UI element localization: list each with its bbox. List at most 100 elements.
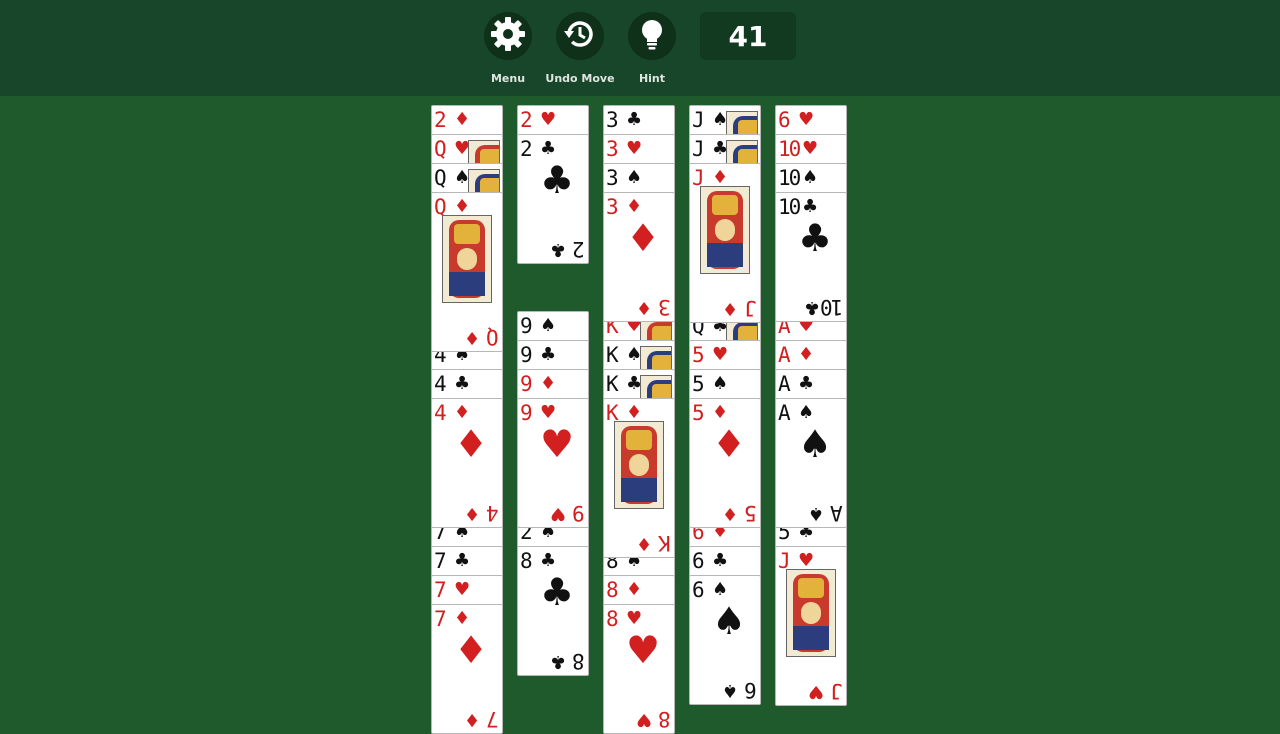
card-rank: 9	[520, 401, 533, 425]
card-suit-bottom: ♦	[721, 298, 738, 319]
card-rank-bottom: A	[832, 501, 843, 525]
playing-card[interactable]: A ♠ ♠ A ♠	[775, 398, 847, 528]
card-rank: 2	[520, 108, 533, 132]
card-rank: 9	[520, 314, 533, 338]
card-rank: 7	[434, 578, 447, 602]
card-rank: 8	[520, 549, 533, 573]
card-suit-bottom: ♦	[635, 297, 652, 318]
card-center-suit: ♦	[626, 216, 661, 260]
playing-card[interactable]: J ♥ J ♥	[775, 546, 847, 706]
card-rank: 8	[606, 578, 619, 602]
card-suit: ♣	[798, 373, 815, 394]
playing-card[interactable]: K ♦ K ♦	[603, 398, 675, 558]
card-rank: 7	[434, 607, 447, 631]
playing-card[interactable]: 10 ♣ ♣ 10 ♣	[775, 192, 847, 322]
card-rank: 3	[606, 166, 619, 190]
card-rank-bottom: 2	[574, 237, 585, 261]
card-rank: 10	[778, 195, 801, 219]
playing-card[interactable]: 5 ♦ ♦ 5 ♦	[689, 398, 761, 528]
playing-card[interactable]: 9 ♥ ♥ 9 ♥	[517, 398, 589, 528]
playing-card[interactable]: 4 ♦ ♦ 4 ♦	[431, 398, 503, 528]
card-rank: 6	[692, 549, 705, 573]
card-suit: ♣	[802, 196, 819, 217]
card-rank-bottom: Q	[488, 325, 499, 349]
card-center-suit: ♦	[712, 422, 747, 466]
card-rank: 3	[606, 195, 619, 219]
card-suit: ♣	[540, 138, 557, 159]
card-center-suit: ♣	[798, 216, 833, 260]
card-rank-bottom: 5	[746, 501, 757, 525]
card-center-suit: ♠	[798, 422, 833, 466]
card-suit: ♥	[626, 608, 643, 629]
card-center-suit: ♣	[540, 158, 575, 202]
card-center-suit: ♦	[454, 422, 489, 466]
card-rank: 3	[606, 137, 619, 161]
card-suit: ♥	[712, 344, 729, 365]
card-rank: 7	[434, 549, 447, 573]
playing-card[interactable]: 3 ♦ ♦ 3 ♦	[603, 192, 675, 322]
playing-card[interactable]: 7 ♦ ♦ 7 ♦	[431, 604, 503, 734]
card-rank-bottom: J	[746, 296, 757, 320]
card-suit: ♠	[712, 579, 729, 600]
playing-card[interactable]: J ♦ J ♦	[689, 163, 761, 323]
face-card-crown	[712, 195, 738, 215]
playing-card[interactable]: Q ♦ Q ♦	[431, 192, 503, 352]
face-card-crown	[454, 224, 480, 244]
card-suit: ♠	[712, 373, 729, 394]
card-suit: ♣	[454, 550, 471, 571]
card-suit: ♦	[798, 344, 815, 365]
card-center-suit: ♦	[454, 628, 489, 672]
card-suit: ♦	[454, 109, 471, 130]
card-rank-bottom: 10	[821, 295, 843, 319]
card-center-suit: ♠	[712, 599, 747, 643]
card-rank: 4	[434, 401, 447, 425]
card-rank-bottom: 8	[660, 707, 671, 731]
card-suit: ♣	[540, 550, 557, 571]
card-suit: ♠	[798, 402, 815, 423]
tableau-board: 2 ♦ Q ♥ Q ♠ Q ♦ Q ♦ 2 ♥ 2 ♣ ♣ 2 ♣ 3 ♣ 3 ♥ 3 ♠ 3 ♦ ♦ 3 ♦ J ♠ J ♣ J ♦ J ♦ 6 ♥ 10…	[0, 0, 1280, 734]
card-rank-bottom: 6	[746, 678, 757, 702]
card-rank: K	[606, 372, 619, 396]
card-rank: 5	[692, 343, 705, 367]
card-suit: ♦	[540, 373, 557, 394]
card-rank: 8	[606, 607, 619, 631]
card-suit: ♣	[540, 344, 557, 365]
card-suit-bottom: ♦	[463, 709, 480, 730]
card-rank: 10	[778, 137, 801, 161]
card-suit: ♣	[454, 373, 471, 394]
card-rank: 4	[434, 372, 447, 396]
card-rank: 5	[692, 372, 705, 396]
face-card-art	[442, 215, 492, 303]
card-rank: A	[778, 372, 791, 396]
card-suit-bottom: ♣	[803, 297, 820, 318]
card-rank: 5	[692, 401, 705, 425]
card-rank-bottom: 4	[488, 501, 499, 525]
card-center-suit: ♣	[540, 570, 575, 614]
face-card-sleeve	[707, 243, 743, 267]
playing-card[interactable]: 2 ♣ ♣ 2 ♣	[517, 134, 589, 264]
card-rank: 2	[520, 137, 533, 161]
card-rank-bottom: 8	[574, 649, 585, 673]
card-rank: J	[692, 137, 705, 161]
face-card-crown	[626, 430, 652, 450]
playing-card[interactable]: 6 ♠ ♠ 6 ♠	[689, 575, 761, 705]
card-suit-bottom: ♥	[635, 709, 652, 730]
face-card-sleeve	[621, 478, 657, 502]
card-rank: Q	[434, 166, 447, 190]
card-rank: 10	[778, 166, 801, 190]
card-suit: ♦	[454, 608, 471, 629]
card-rank: 6	[692, 578, 705, 602]
card-suit: ♥	[798, 109, 815, 130]
card-center-suit: ♥	[540, 422, 575, 466]
card-suit: ♦	[712, 402, 729, 423]
playing-card[interactable]: 8 ♣ ♣ 8 ♣	[517, 546, 589, 676]
card-suit-bottom: ♣	[549, 239, 566, 260]
card-suit-bottom: ♦	[463, 503, 480, 524]
face-card-head	[457, 248, 477, 270]
card-suit-bottom: ♥	[807, 681, 824, 702]
face-card-sleeve	[449, 272, 485, 296]
card-rank: A	[778, 343, 791, 367]
card-rank: 9	[520, 343, 533, 367]
playing-card[interactable]: 8 ♥ ♥ 8 ♥	[603, 604, 675, 734]
card-rank: A	[778, 401, 791, 425]
